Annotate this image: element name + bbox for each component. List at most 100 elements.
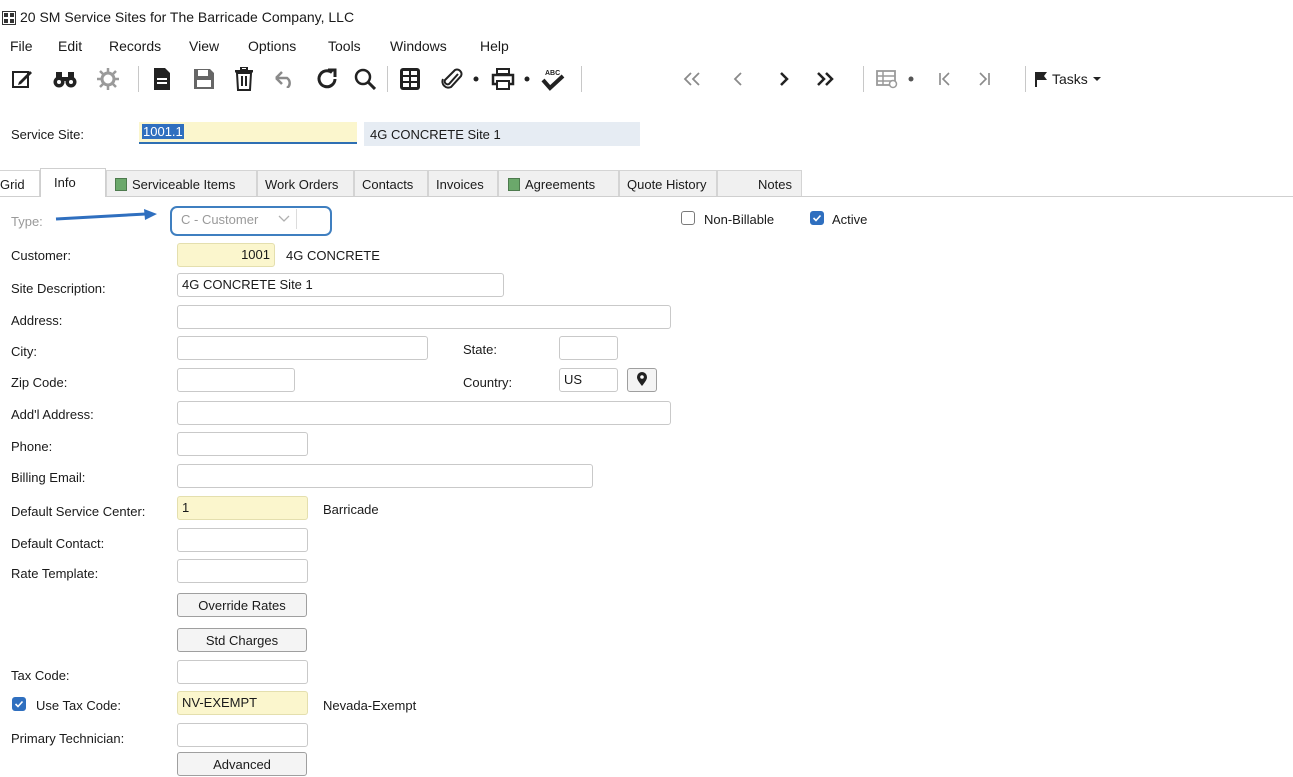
customer-input[interactable]: 1001	[177, 243, 275, 267]
menu-file[interactable]: File	[10, 38, 33, 54]
flag-icon	[1035, 72, 1047, 87]
site-description-input[interactable]: 4G CONCRETE Site 1	[177, 273, 504, 297]
default-contact-label: Default Contact:	[11, 536, 105, 551]
table-view-icon[interactable]	[872, 64, 902, 94]
last-record-icon[interactable]	[812, 64, 840, 94]
addl-address-input[interactable]	[177, 401, 671, 425]
default-service-center-name: Barricade	[323, 502, 379, 517]
menu-options[interactable]: Options	[248, 38, 296, 54]
state-input[interactable]	[559, 336, 618, 360]
grid-icon[interactable]	[395, 64, 425, 94]
menu-records[interactable]: Records	[109, 38, 161, 54]
toolbar-separator	[387, 66, 388, 92]
undo-icon[interactable]	[270, 64, 300, 94]
customer-label: Customer:	[11, 248, 71, 263]
tab-invoices[interactable]: Invoices	[428, 170, 498, 196]
new-document-icon[interactable]	[148, 64, 176, 94]
settings-icon[interactable]	[93, 64, 123, 94]
last-icon[interactable]	[972, 64, 996, 94]
toolbar-separator	[1025, 66, 1026, 92]
window-title: 20 SM Service Sites for The Barricade Co…	[20, 9, 355, 25]
delete-icon[interactable]	[230, 64, 258, 94]
city-input[interactable]	[177, 336, 428, 360]
toolbar-separator	[581, 66, 582, 92]
service-site-input[interactable]: 1001.1	[139, 122, 357, 144]
annotation-arrow-icon	[55, 209, 157, 221]
menu-windows[interactable]: Windows	[390, 38, 447, 54]
binoculars-icon[interactable]	[50, 64, 80, 94]
tab-serviceable-items[interactable]: Serviceable Items	[106, 170, 257, 196]
print-icon[interactable]	[488, 64, 518, 94]
tab-info[interactable]: Info	[40, 168, 106, 197]
active-label: Active	[832, 212, 868, 227]
billing-email-input[interactable]	[177, 464, 593, 488]
use-tax-code-label: Use Tax Code:	[36, 698, 122, 713]
select-divider	[296, 209, 297, 229]
primary-technician-input[interactable]	[177, 723, 308, 747]
search-icon[interactable]	[350, 64, 380, 94]
tab-notes[interactable]: Notes	[717, 170, 802, 196]
tab-work-orders[interactable]: Work Orders	[257, 170, 354, 196]
state-label: State:	[463, 342, 497, 357]
menu-help[interactable]: Help	[480, 38, 509, 54]
chevron-down-icon[interactable]	[519, 64, 535, 94]
tab-quote-history[interactable]: Quote History	[619, 170, 717, 196]
next-record-icon[interactable]	[772, 64, 796, 94]
type-label: Type:	[11, 214, 43, 229]
country-input[interactable]: US	[559, 368, 618, 392]
advanced-button[interactable]: Advanced	[177, 752, 307, 776]
tab-contacts[interactable]: Contacts	[354, 170, 428, 196]
menu-edit[interactable]: Edit	[58, 38, 82, 54]
app-window-icon	[2, 11, 16, 25]
default-service-center-input[interactable]: 1	[177, 496, 308, 520]
menu-view[interactable]: View	[189, 38, 219, 54]
attachment-icon[interactable]	[437, 64, 467, 94]
active-checkbox[interactable]	[810, 211, 824, 225]
chevron-down-icon	[278, 215, 290, 222]
zip-code-label: Zip Code:	[11, 375, 68, 390]
save-icon[interactable]	[190, 64, 218, 94]
use-tax-code-input[interactable]: NV-EXEMPT	[177, 691, 308, 715]
tab-agreements[interactable]: Agreements	[498, 170, 619, 196]
default-service-center-label: Default Service Center:	[11, 504, 146, 519]
serviceable-items-icon	[115, 178, 127, 191]
menu-tools[interactable]: Tools	[328, 38, 361, 54]
rate-template-label: Rate Template:	[11, 566, 99, 581]
address-input[interactable]	[177, 305, 671, 329]
chevron-down-icon[interactable]	[903, 64, 919, 94]
type-value: C - Customer	[181, 212, 259, 227]
refresh-icon[interactable]	[312, 64, 342, 94]
country-label: Country:	[463, 375, 513, 390]
phone-label: Phone:	[11, 439, 53, 454]
tab-grid[interactable]: Grid	[0, 170, 40, 196]
tasks-label: Tasks	[1052, 71, 1088, 87]
svg-text:ABC: ABC	[545, 70, 560, 77]
override-rates-button[interactable]: Override Rates	[177, 593, 307, 617]
edit-icon[interactable]	[8, 64, 36, 94]
non-billable-checkbox[interactable]	[681, 211, 695, 225]
billing-email-label: Billing Email:	[11, 470, 86, 485]
service-site-label: Service Site:	[11, 127, 84, 142]
use-tax-code-checkbox[interactable]	[12, 697, 26, 711]
agreements-icon	[508, 178, 520, 191]
zip-code-input[interactable]	[177, 368, 295, 392]
default-contact-input[interactable]	[177, 528, 308, 552]
tax-code-label: Tax Code:	[11, 668, 70, 683]
city-label: City:	[11, 344, 37, 359]
checkmark-icon	[14, 700, 24, 708]
std-charges-button[interactable]: Std Charges	[177, 628, 307, 652]
rate-template-input[interactable]	[177, 559, 308, 583]
map-location-button[interactable]	[627, 368, 657, 392]
spellcheck-icon[interactable]: ABC	[538, 64, 568, 94]
first-record-icon[interactable]	[680, 64, 704, 94]
tasks-menu-button[interactable]: Tasks	[1034, 64, 1120, 94]
phone-input[interactable]	[177, 432, 308, 456]
previous-record-icon[interactable]	[726, 64, 750, 94]
map-pin-icon	[637, 372, 647, 386]
first-icon[interactable]	[933, 64, 957, 94]
tax-code-input[interactable]	[177, 660, 308, 684]
chevron-down-icon[interactable]	[468, 64, 484, 94]
primary-technician-label: Primary Technician:	[11, 731, 125, 746]
toolbar-separator	[138, 66, 139, 92]
address-label: Address:	[11, 313, 63, 328]
